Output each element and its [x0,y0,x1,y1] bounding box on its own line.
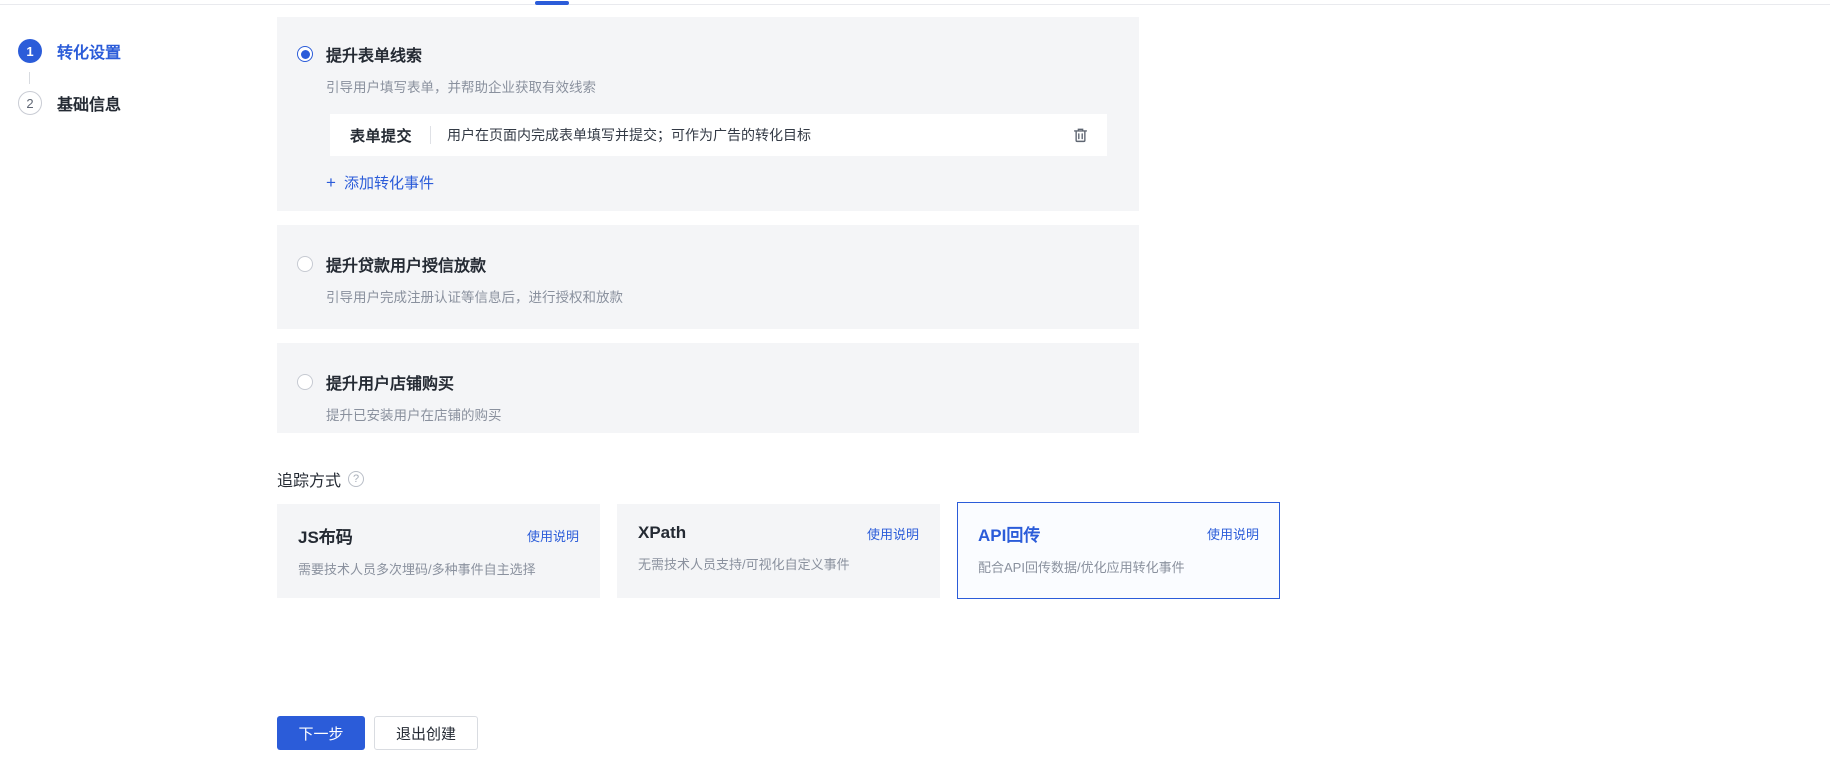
conversion-event-row: 表单提交 用户在页面内完成表单填写并提交；可作为广告的转化目标 [330,114,1107,156]
conversion-setup-page: 1 转化设置 2 基础信息 提升表单线索 引导用户填写表单，并帮助企业获取有效线… [0,0,1830,762]
step-conversion-settings[interactable]: 1 转化设置 [18,39,121,63]
plus-icon: + [326,174,336,191]
option-loan-credit-section: 提升贷款用户授信放款 引导用户完成注册认证等信息后，进行授权和放款 [277,225,1139,329]
option-store-purchase[interactable]: 提升用户店铺购买 [277,343,1139,394]
option-description: 提升已安装用户在店铺的购买 [326,404,1107,424]
card-description: 无需技术人员支持/可视化自定义事件 [638,554,919,573]
tracking-card-js[interactable]: JS布码 使用说明 需要技术人员多次埋码/多种事件自主选择 [277,504,600,598]
card-description: 需要技术人员多次埋码/多种事件自主选择 [298,559,579,578]
usage-guide-link[interactable]: 使用说明 [1207,524,1259,543]
tracking-method-cards: JS布码 使用说明 需要技术人员多次埋码/多种事件自主选择 XPath 使用说明… [277,504,1280,599]
active-tab-indicator [535,1,569,5]
usage-guide-link[interactable]: 使用说明 [867,524,919,543]
vertical-divider [430,126,431,144]
option-store-purchase-section: 提升用户店铺购买 提升已安装用户在店铺的购买 [277,343,1139,433]
trash-icon[interactable] [1069,124,1091,146]
tracking-card-xpath[interactable]: XPath 使用说明 无需技术人员支持/可视化自定义事件 [617,504,940,598]
option-title: 提升表单线索 [326,42,422,66]
event-description: 用户在页面内完成表单填写并提交；可作为广告的转化目标 [447,125,1069,145]
radio-unchecked-icon[interactable] [297,256,313,272]
step-1-circle: 1 [18,39,42,63]
option-loan-credit[interactable]: 提升贷款用户授信放款 [277,225,1139,276]
event-name: 表单提交 [350,125,412,146]
add-conversion-event-label: 添加转化事件 [344,172,434,193]
question-circle-icon[interactable]: ? [348,471,364,487]
radio-unchecked-icon[interactable] [297,374,313,390]
card-title: API回传 [978,521,1040,546]
step-1-label: 转化设置 [57,39,121,63]
step-2-label: 基础信息 [57,91,121,115]
option-title: 提升用户店铺购买 [326,370,454,394]
step-basic-info[interactable]: 2 基础信息 [18,91,121,115]
card-description: 配合API回传数据/优化应用转化事件 [978,557,1259,576]
option-form-leads-section: 提升表单线索 引导用户填写表单，并帮助企业获取有效线索 表单提交 用户在页面内完… [277,17,1139,211]
option-form-leads[interactable]: 提升表单线索 [277,17,1139,66]
tracking-method-label-row: 追踪方式 ? [277,467,364,491]
add-conversion-event-link[interactable]: + 添加转化事件 [326,172,434,193]
top-divider [0,4,1830,5]
option-title: 提升贷款用户授信放款 [326,252,486,276]
card-title: XPath [638,523,686,543]
card-header: XPath 使用说明 [638,523,919,543]
tracking-method-label: 追踪方式 [277,467,341,491]
card-header: JS布码 使用说明 [298,523,579,548]
usage-guide-link[interactable]: 使用说明 [527,526,579,545]
option-description: 引导用户完成注册认证等信息后，进行授权和放款 [326,286,1107,306]
card-header: API回传 使用说明 [978,521,1259,546]
step-2-circle: 2 [18,91,42,115]
footer-actions: 下一步 退出创建 [277,716,478,750]
option-description: 引导用户填写表单，并帮助企业获取有效线索 [326,76,1107,96]
tracking-card-api[interactable]: API回传 使用说明 配合API回传数据/优化应用转化事件 [957,502,1280,599]
radio-checked-icon[interactable] [297,46,313,62]
next-step-button[interactable]: 下一步 [277,716,365,750]
card-title: JS布码 [298,523,353,548]
step-connector-line [29,72,30,84]
exit-create-button[interactable]: 退出创建 [374,716,478,750]
